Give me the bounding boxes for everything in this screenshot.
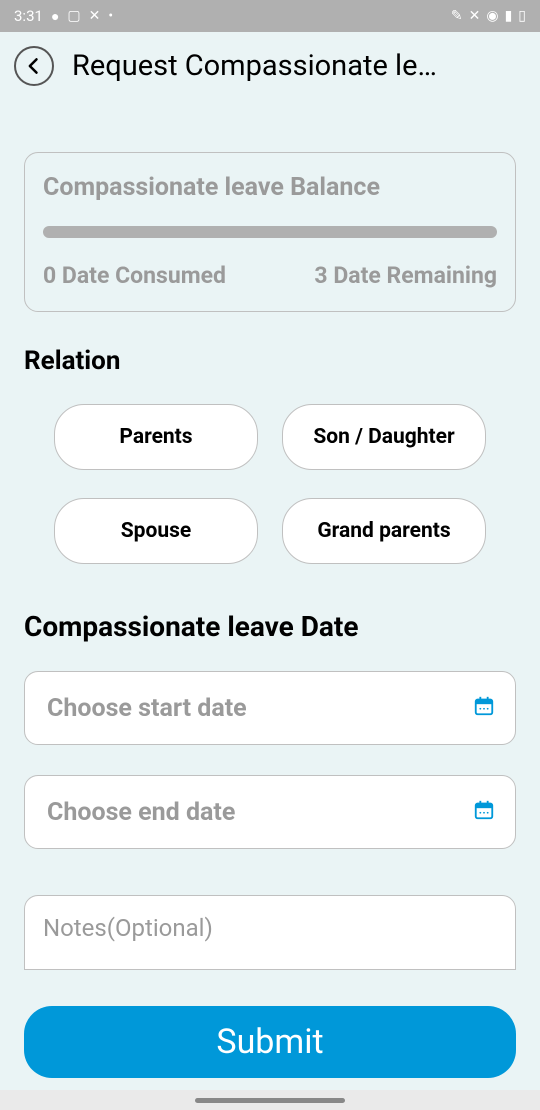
app-header: Request Compassionate le…: [0, 32, 540, 96]
relation-option-grandparents[interactable]: Grand parents: [282, 498, 486, 564]
calendar-icon: [473, 799, 495, 825]
status-right: ✎ ✕ ◉ ▮ ▯: [451, 8, 526, 24]
balance-card: Compassionate leave Balance 0 Date Consu…: [24, 152, 516, 312]
submit-button[interactable]: Submit: [24, 1006, 516, 1078]
relation-option-parents[interactable]: Parents: [54, 404, 258, 470]
date-section-title: Compassionate leave Date: [24, 610, 516, 643]
relation-grid: Parents Son / Daughter Spouse Grand pare…: [24, 404, 516, 564]
notes-input[interactable]: [43, 914, 497, 942]
signal-icon: ▮: [505, 8, 513, 24]
dot-icon: •: [108, 8, 113, 24]
relation-option-son-daughter[interactable]: Son / Daughter: [282, 404, 486, 470]
relation-option-spouse[interactable]: Spouse: [54, 498, 258, 564]
pen-icon: ✎: [451, 8, 463, 24]
notes-field[interactable]: [24, 895, 516, 970]
bulb-icon: ●: [51, 8, 59, 25]
balance-title: Compassionate leave Balance: [43, 173, 497, 202]
bottom-bar: [0, 1090, 540, 1110]
calendar-icon: [473, 695, 495, 721]
balance-remaining: 3 Date Remaining: [314, 262, 497, 289]
battery-icon: ▯: [518, 8, 526, 24]
relation-label: Relation: [24, 346, 516, 376]
balance-row: 0 Date Consumed 3 Date Remaining: [43, 262, 497, 289]
status-time: 3:31: [14, 7, 43, 25]
wifi-icon: ◉: [486, 8, 498, 24]
chevron-left-icon: [24, 56, 44, 76]
main-content: Compassionate leave Balance 0 Date Consu…: [0, 152, 540, 970]
image-icon: ▢: [67, 8, 80, 24]
page-title: Request Compassionate le…: [72, 49, 526, 83]
balance-consumed: 0 Date Consumed: [43, 262, 226, 289]
utensils-icon: ✕: [89, 8, 101, 24]
start-date-placeholder: Choose start date: [47, 694, 247, 723]
end-date-placeholder: Choose end date: [47, 798, 235, 827]
status-left: 3:31 ● ▢ ✕ •: [14, 7, 113, 25]
mute-icon: ✕: [469, 8, 481, 24]
start-date-field[interactable]: Choose start date: [24, 671, 516, 745]
balance-progress: [43, 226, 497, 238]
back-button[interactable]: [14, 46, 54, 86]
end-date-field[interactable]: Choose end date: [24, 775, 516, 849]
home-indicator[interactable]: [195, 1098, 345, 1103]
status-bar: 3:31 ● ▢ ✕ • ✎ ✕ ◉ ▮ ▯: [0, 0, 540, 32]
